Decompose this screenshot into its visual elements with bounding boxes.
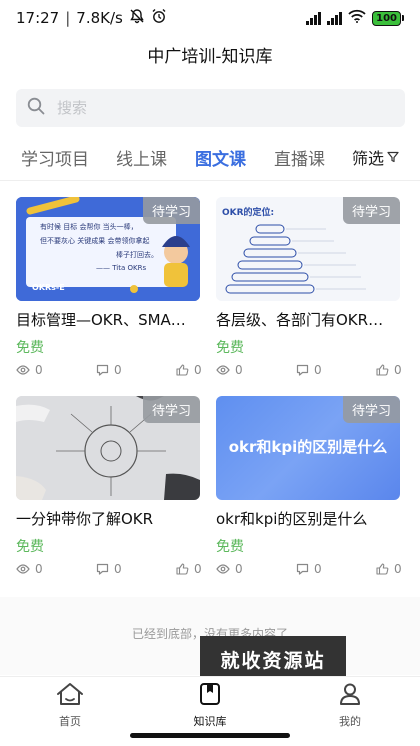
thumbs-up-icon — [376, 563, 389, 575]
eye-icon — [216, 564, 230, 574]
nav-item-profile[interactable]: 我的 — [310, 682, 390, 729]
wifi-icon — [348, 9, 366, 27]
like-count[interactable]: 0 — [376, 363, 402, 377]
course-title[interactable]: okr和kpi的区别是什么 — [216, 508, 400, 529]
home-icon — [56, 682, 84, 709]
thumbs-up-icon — [176, 364, 189, 376]
course-title[interactable]: 一分钟带你了解OKR — [16, 508, 200, 529]
course-card[interactable]: OKR的定位: 待学习 各层级、各部门有OKR… 免费 0 0 0 — [216, 197, 402, 383]
price-label: 免费 — [216, 340, 244, 356]
view-count: 0 — [16, 562, 43, 576]
thumbs-up-icon — [176, 563, 189, 575]
status-badge: 待学习 — [142, 396, 200, 423]
course-thumbnail[interactable]: okr和kpi的区别是什么 待学习 — [216, 396, 400, 500]
nav-label: 知识库 — [193, 715, 227, 728]
search-icon — [27, 97, 45, 119]
comment-icon — [96, 563, 109, 575]
status-badge: 待学习 — [342, 197, 400, 224]
course-stats: 0 0 0 — [216, 562, 402, 578]
view-count: 0 — [216, 562, 243, 576]
eye-icon — [16, 365, 30, 375]
like-count[interactable]: 0 — [176, 363, 202, 377]
status-bar: 17:27 | 7.8K/s 100 — [0, 0, 420, 36]
price-label: 免费 — [16, 340, 44, 356]
eye-icon — [216, 365, 230, 375]
search-bar[interactable] — [16, 89, 405, 127]
nav-item-home[interactable]: 首页 — [30, 682, 110, 729]
divider — [0, 180, 420, 181]
thumbnail-quote-line: 有时候 目标 会帮你 当头一棒， — [40, 223, 138, 231]
comment-count: 0 — [96, 363, 122, 377]
thumbnail-attribution: —— Tita OKRs — [96, 264, 147, 272]
status-badge: 待学习 — [142, 197, 200, 224]
battery-icon: 100 — [372, 10, 404, 26]
like-count[interactable]: 0 — [176, 562, 202, 576]
status-time: 17:27 — [16, 9, 60, 27]
course-stats: 0 0 0 — [16, 562, 202, 578]
mute-bell-icon — [129, 8, 145, 28]
view-count: 0 — [16, 363, 43, 377]
comment-count: 0 — [96, 562, 122, 576]
thumbnail-quote-line: 棒子打回去。 — [116, 251, 158, 259]
thumbnail-title-text: okr和kpi的区别是什么 — [228, 438, 388, 456]
status-badge: 待学习 — [342, 396, 400, 423]
filter-button[interactable]: 筛选 — [352, 145, 399, 169]
home-indicator[interactable] — [130, 733, 290, 738]
tab-learning-projects[interactable]: 学习项目 — [21, 145, 89, 170]
search-input[interactable] — [57, 99, 357, 117]
nav-item-knowledge[interactable]: 知识库 — [170, 682, 250, 729]
comment-count: 0 — [296, 363, 322, 377]
category-tabs: 学习项目 线上课 图文课 直播课 筛选 — [0, 145, 420, 175]
course-thumbnail[interactable]: OKR的定位: 待学习 — [216, 197, 400, 301]
course-card[interactable]: okr和kpi的区别是什么 待学习 okr和kpi的区别是什么 免费 0 0 0 — [216, 396, 402, 582]
comment-icon — [96, 364, 109, 376]
course-title[interactable]: 各层级、各部门有OKR… — [216, 309, 400, 330]
course-stats: 0 0 0 — [16, 363, 202, 379]
course-thumbnail[interactable]: 有时候 目标 会帮你 当头一棒， 但不要灰心 关键成果 会带领你拿起 棒子打回去… — [16, 197, 200, 301]
filter-icon — [387, 148, 399, 167]
comment-icon — [296, 364, 309, 376]
nav-label: 首页 — [59, 715, 81, 728]
view-count: 0 — [216, 363, 243, 377]
signal-icon — [306, 11, 322, 25]
course-card[interactable]: 待学习 一分钟带你了解OKR 免费 0 0 0 — [16, 396, 202, 582]
course-title[interactable]: 目标管理—OKR、SMA… — [16, 309, 200, 330]
comment-count: 0 — [296, 562, 322, 576]
signal-icon — [327, 11, 343, 25]
like-count[interactable]: 0 — [376, 562, 402, 576]
price-label: 免费 — [216, 539, 244, 555]
nav-label: 我的 — [339, 715, 361, 728]
thumbs-up-icon — [376, 364, 389, 376]
course-card[interactable]: 有时候 目标 会帮你 当头一棒， 但不要灰心 关键成果 会带领你拿起 棒子打回去… — [16, 197, 202, 383]
tab-graphic-courses[interactable]: 图文课 — [195, 145, 246, 170]
thumbnail-quote-line: 但不要灰心 关键成果 会带领你拿起 — [40, 237, 150, 245]
page-title: 中广培训-知识库 — [147, 47, 273, 67]
tab-live-courses[interactable]: 直播课 — [274, 145, 325, 170]
thumbnail-heading: OKR的定位: — [222, 208, 275, 218]
user-icon — [338, 682, 362, 709]
eye-icon — [16, 564, 30, 574]
filter-label: 筛选 — [352, 149, 385, 168]
network-speed: 7.8K/s — [76, 9, 123, 27]
course-stats: 0 0 0 — [216, 363, 402, 379]
tab-online-courses[interactable]: 线上课 — [116, 145, 167, 170]
bottom-nav: 首页 知识库 我的 — [0, 676, 420, 736]
book-icon — [198, 682, 222, 709]
course-thumbnail[interactable]: 待学习 — [16, 396, 200, 500]
price-label: 免费 — [16, 539, 44, 555]
alarm-icon — [151, 8, 167, 28]
thumbnail-logo: OKRs-E — [32, 283, 65, 292]
comment-icon — [296, 563, 309, 575]
